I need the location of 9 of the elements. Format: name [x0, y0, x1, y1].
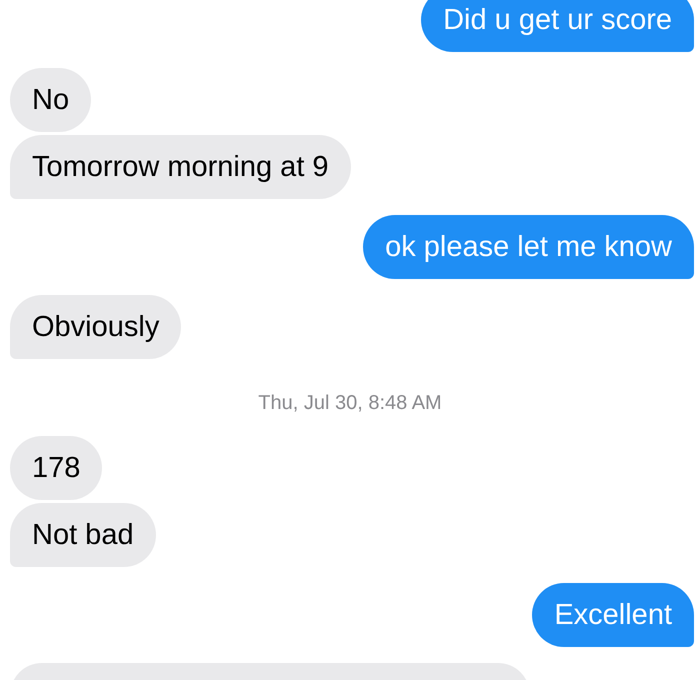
- message-bubble: Not bad: [10, 503, 156, 567]
- message-bubble: Excellent: [532, 583, 694, 647]
- message-bubble: Tomorrow morning at 9: [10, 135, 351, 199]
- message-bubble: Obviously: [10, 295, 182, 359]
- timestamp: Thu, Jul 30, 8:48 AM: [257, 392, 443, 415]
- message-bubble: 178: [10, 436, 102, 500]
- message-bubble: Did u get ur score: [421, 0, 694, 52]
- message-bubble: No: [10, 68, 92, 132]
- message-bubble: ok please let me know: [363, 215, 694, 279]
